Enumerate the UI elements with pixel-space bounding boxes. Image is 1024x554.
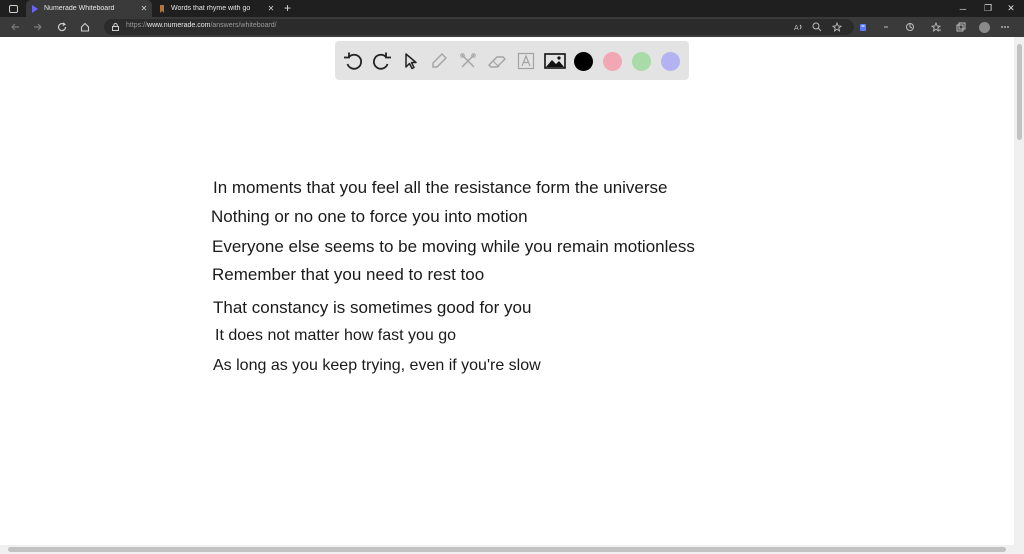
tab-title: Numerade Whiteboard bbox=[44, 5, 115, 12]
whiteboard-text-line[interactable]: Everyone else seems to be moving while y… bbox=[212, 237, 695, 257]
tab-words-that-rhyme[interactable]: Words that rhyme with go ✕ bbox=[153, 0, 279, 17]
tab-title: Words that rhyme with go bbox=[171, 5, 251, 12]
extension-icon[interactable] bbox=[856, 20, 870, 34]
color-green-swatch[interactable] bbox=[632, 52, 651, 71]
collections-icon[interactable] bbox=[954, 20, 968, 34]
forward-icon[interactable] bbox=[31, 20, 45, 34]
tools-icon[interactable] bbox=[456, 49, 480, 73]
add-favorite-icon[interactable] bbox=[830, 20, 844, 34]
tab-actions-menu-icon[interactable] bbox=[6, 2, 20, 15]
whiteboard-text-line[interactable]: It does not matter how fast you go bbox=[215, 327, 456, 345]
whiteboard-text-line[interactable]: In moments that you feel all the resista… bbox=[213, 178, 668, 198]
zoom-icon[interactable] bbox=[810, 20, 824, 34]
whiteboard-text-line[interactable]: Nothing or no one to force you into moti… bbox=[211, 207, 528, 227]
new-tab-icon[interactable]: + bbox=[284, 0, 291, 17]
select-icon[interactable] bbox=[399, 49, 423, 73]
address-bar[interactable]: https://www.numerade.com/answers/whitebo… bbox=[104, 19, 854, 35]
bookmark-icon bbox=[160, 4, 164, 13]
whiteboard-text-line[interactable]: That constancy is sometimes good for you bbox=[213, 298, 531, 318]
settings-more-icon[interactable] bbox=[998, 20, 1012, 34]
browser-toolbar: https://www.numerade.com/answers/whitebo… bbox=[0, 17, 1024, 37]
close-tab-icon[interactable]: ✕ bbox=[138, 4, 150, 13]
redo-icon[interactable] bbox=[370, 49, 394, 73]
refresh-icon[interactable] bbox=[55, 20, 69, 34]
whiteboard-toolbar bbox=[335, 41, 689, 80]
horizontal-scrollbar[interactable] bbox=[0, 545, 1014, 554]
image-icon[interactable] bbox=[543, 49, 567, 73]
scrollbar-corner bbox=[1014, 545, 1024, 554]
read-aloud-icon[interactable]: A bbox=[792, 20, 806, 34]
vertical-scrollbar[interactable] bbox=[1014, 37, 1024, 545]
home-icon[interactable] bbox=[78, 20, 92, 34]
text-icon[interactable] bbox=[514, 49, 538, 73]
color-pink-swatch[interactable] bbox=[603, 52, 622, 71]
color-black-swatch[interactable] bbox=[574, 52, 593, 71]
favorites-icon[interactable] bbox=[929, 20, 943, 34]
eraser-icon[interactable] bbox=[485, 49, 509, 73]
whiteboard-canvas[interactable]: In moments that you feel all the resista… bbox=[0, 37, 1014, 545]
pen-icon[interactable] bbox=[427, 49, 451, 73]
whiteboard-text-line[interactable]: As long as you keep trying, even if you'… bbox=[213, 357, 541, 375]
undo-icon[interactable] bbox=[341, 49, 365, 73]
close-window-icon[interactable]: ✕ bbox=[998, 0, 1024, 17]
browser-tab-bar: Numerade Whiteboard ✕ Words that rhyme w… bbox=[0, 0, 1024, 17]
tab-numerade-whiteboard[interactable]: Numerade Whiteboard ✕ bbox=[26, 0, 152, 17]
close-tab-icon[interactable]: ✕ bbox=[265, 4, 277, 13]
url-path: /answers/whiteboard/ bbox=[210, 22, 277, 29]
profile-avatar-icon[interactable] bbox=[977, 20, 991, 34]
browser-essentials-icon[interactable] bbox=[903, 20, 917, 34]
url-host: www.numerade.com bbox=[147, 22, 211, 29]
extension-menu-icon[interactable] bbox=[879, 20, 893, 34]
url-text[interactable]: https://www.numerade.com/answers/whitebo… bbox=[126, 22, 277, 29]
url-scheme: https:// bbox=[126, 22, 148, 29]
color-lavender-swatch[interactable] bbox=[661, 52, 680, 71]
numerade-play-icon bbox=[32, 4, 38, 13]
minimize-icon[interactable]: ─ bbox=[950, 0, 976, 17]
whiteboard-text-line[interactable]: Remember that you need to rest too bbox=[212, 265, 484, 285]
back-icon[interactable] bbox=[8, 20, 22, 34]
vertical-scroll-thumb[interactable] bbox=[1017, 44, 1022, 140]
horizontal-scroll-thumb[interactable] bbox=[8, 547, 1006, 552]
svg-text:A: A bbox=[794, 25, 799, 32]
lock-icon[interactable] bbox=[112, 23, 119, 31]
